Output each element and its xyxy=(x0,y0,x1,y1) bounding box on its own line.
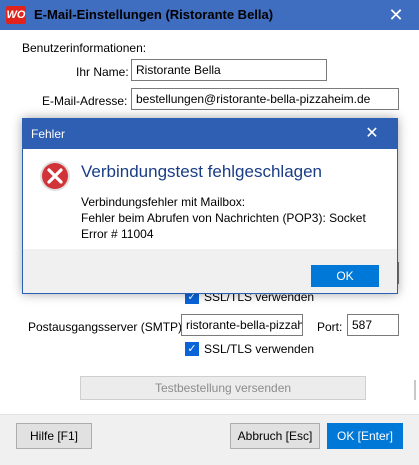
error-dialog-title: Fehler xyxy=(31,127,66,141)
app-logo-icon: WO xyxy=(6,6,26,24)
error-icon xyxy=(40,161,70,191)
error-message-line-1: Verbindungsfehler mit Mailbox: xyxy=(81,195,246,209)
name-label: Ihr Name: xyxy=(76,65,129,79)
email-label: E-Mail-Adresse: xyxy=(42,94,128,108)
error-ok-button[interactable]: OK xyxy=(311,265,379,287)
window-title: E-Mail-Einstellungen (Ristorante Bella) xyxy=(34,7,274,22)
name-input[interactable]: Ristorante Bella xyxy=(131,59,327,81)
smtp-input[interactable]: ristorante-bella-pizzaheim.de xyxy=(181,314,303,336)
test-order-button[interactable]: Testbestellung versenden xyxy=(80,376,366,400)
email-input[interactable]: bestellungen@ristorante-bella-pizzaheim.… xyxy=(131,88,399,110)
error-message-line-3: Error # 11004 xyxy=(81,227,154,241)
ssl-label-2: SSL/TLS verwenden xyxy=(204,342,315,356)
error-dialog-title-bar: Fehler ✕ xyxy=(23,119,397,149)
ssl-checkbox-2[interactable]: ✓ xyxy=(185,342,199,356)
smtp-label: Postausgangsserver (SMTP): xyxy=(28,320,186,334)
help-button[interactable]: Hilfe [F1] xyxy=(16,423,92,449)
window-close-icon[interactable]: ✕ xyxy=(385,4,407,26)
error-dialog-close-icon[interactable]: ✕ xyxy=(361,123,383,145)
section-label-user-info: Benutzerinformationen: xyxy=(22,41,147,55)
error-dialog-content: Verbindungstest fehlgeschlagen Verbindun… xyxy=(23,149,397,249)
port-input[interactable]: 587 xyxy=(347,314,399,336)
error-message-line-2: Fehler beim Abrufen von Nachrichten (POP… xyxy=(81,211,366,225)
error-dialog: Fehler ✕ Verbindungstest fehlgeschlagen … xyxy=(22,118,398,294)
scrollbar-thumb[interactable] xyxy=(414,380,416,400)
cancel-button[interactable]: Abbruch [Esc] xyxy=(230,423,320,449)
ok-button[interactable]: OK [Enter] xyxy=(327,423,403,449)
port-label: Port: xyxy=(317,320,343,334)
error-heading: Verbindungstest fehlgeschlagen xyxy=(81,162,323,181)
